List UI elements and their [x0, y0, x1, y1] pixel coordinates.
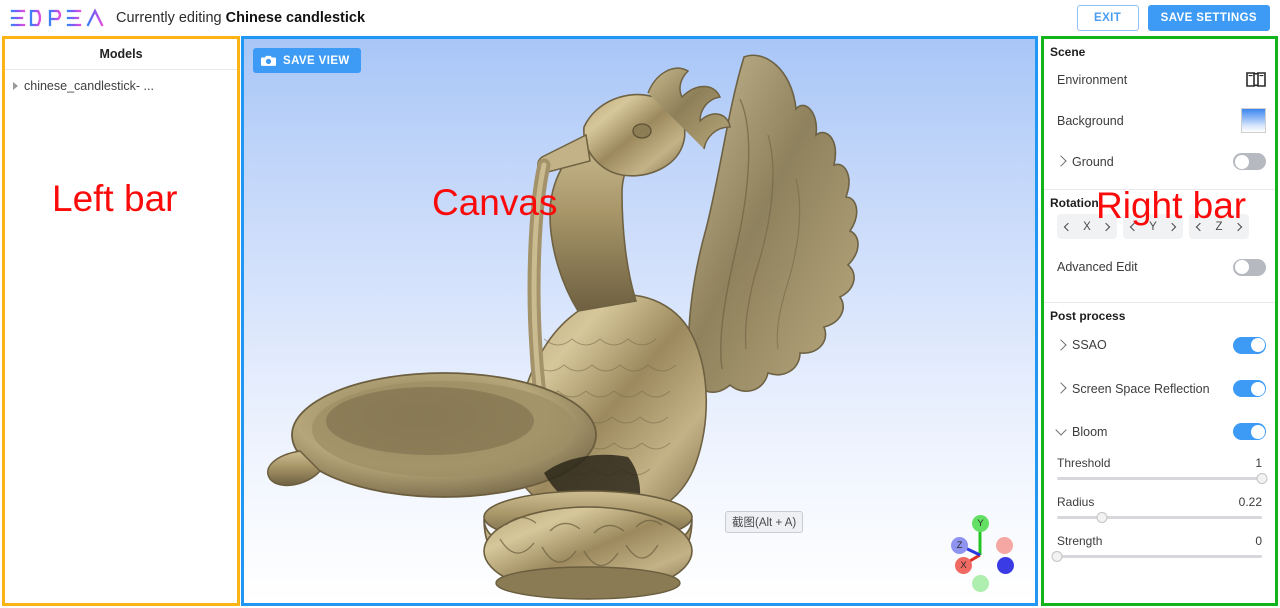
section-title-post-process: Post process — [1050, 309, 1126, 323]
tree-item-model[interactable]: chinese_candlestick- ... — [5, 77, 237, 95]
caret-right-icon[interactable] — [13, 82, 18, 90]
header-actions: EXIT SAVE SETTINGS — [1076, 5, 1270, 31]
models-tree: chinese_candlestick- ... — [5, 70, 237, 95]
bloom-text: Bloom — [1072, 424, 1108, 439]
strength-slider[interactable] — [1051, 551, 1262, 562]
ssao-toggle[interactable] — [1233, 336, 1266, 354]
row-bloom[interactable]: Bloom — [1044, 410, 1275, 453]
ground-toggle[interactable] — [1233, 153, 1266, 170]
tail-plume — [688, 54, 859, 394]
logo-3dpea[interactable] — [10, 8, 106, 28]
tree-item-label: chinese_candlestick- ... — [24, 79, 154, 93]
book-icon[interactable] — [1246, 71, 1266, 88]
models-panel-title: Models — [5, 39, 237, 70]
viewport-canvas[interactable]: SAVE VIEW 截图(Alt + A) Y X Z — [241, 36, 1038, 606]
chevron-right-icon[interactable] — [1055, 382, 1067, 394]
editing-model-name: Chinese candlestick — [225, 10, 366, 26]
ssao-label: SSAO — [1055, 338, 1233, 352]
right-sidebar: Scene Environment Background Ground Rota… — [1041, 36, 1278, 606]
bird-eye — [632, 123, 652, 139]
threshold-slider[interactable] — [1057, 473, 1268, 484]
rotate-x-stepper[interactable]: X — [1057, 214, 1117, 239]
chevron-left-icon[interactable] — [1063, 222, 1073, 231]
threshold-slider-knob[interactable] — [1256, 473, 1268, 484]
section-title-scene: Scene — [1050, 45, 1086, 59]
advanced-edit-label: Advanced Edit — [1057, 260, 1138, 274]
editing-prefix: Currently editing — [116, 10, 222, 26]
gizmo-axis-x[interactable]: X — [955, 557, 972, 574]
page-title: Currently editing Chinese candlestick — [116, 10, 365, 26]
rotate-y-label: Y — [1149, 220, 1157, 233]
rotate-z-stepper[interactable]: Z — [1189, 214, 1249, 239]
gizmo-axis-x-neg[interactable] — [996, 537, 1013, 554]
strength-label: Strength — [1057, 534, 1103, 548]
app-root: Currently editing Chinese candlestick EX… — [0, 0, 1280, 608]
axis-gizmo[interactable]: Y X Z — [939, 509, 1019, 592]
strength-head: Strength 0 — [1057, 534, 1262, 555]
pedestal-foot — [495, 566, 681, 600]
threshold-head: Threshold 1 — [1057, 456, 1262, 477]
background-color-swatch[interactable] — [1241, 108, 1266, 133]
bloom-label: Bloom — [1055, 424, 1233, 439]
row-ssao[interactable]: SSAO — [1044, 323, 1275, 367]
row-advanced-edit[interactable]: Advanced Edit — [1044, 239, 1275, 295]
advanced-edit-toggle[interactable] — [1233, 258, 1266, 276]
radius-label: Radius — [1057, 495, 1095, 509]
chevron-right-icon[interactable] — [1055, 338, 1067, 351]
section-title-rotation: Rotation — [1050, 196, 1099, 210]
bloom-sliders: Threshold 1 Radius 0.22 Strength 0 — [1044, 453, 1275, 562]
gizmo-axis-y-neg[interactable] — [972, 575, 989, 592]
chevron-left-icon[interactable] — [1195, 222, 1205, 231]
row-environment[interactable]: Environment — [1044, 59, 1275, 100]
row-screen-space-reflection[interactable]: Screen Space Reflection — [1044, 367, 1275, 410]
row-ground[interactable]: Ground — [1044, 141, 1275, 182]
background-label: Background — [1057, 113, 1124, 128]
chevron-right-icon[interactable] — [1167, 222, 1177, 231]
radius-head: Radius 0.22 — [1057, 495, 1262, 516]
ssr-label: Screen Space Reflection — [1055, 381, 1233, 396]
logo-mark-icon — [10, 8, 104, 27]
left-sidebar: Models chinese_candlestick- ... — [2, 36, 240, 606]
ssr-text: Screen Space Reflection — [1072, 381, 1210, 396]
save-view-button[interactable]: SAVE VIEW — [253, 48, 361, 73]
rotate-x-label: X — [1083, 220, 1091, 233]
strength-value: 0 — [1255, 534, 1262, 548]
strength-slider-knob[interactable] — [1051, 551, 1063, 562]
exit-button[interactable]: EXIT — [1076, 5, 1139, 31]
ground-text: Ground — [1072, 154, 1114, 169]
radius-slider[interactable] — [1057, 512, 1262, 523]
rotation-axis-buttons: X Y Z — [1044, 210, 1275, 239]
threshold-label: Threshold — [1057, 456, 1111, 470]
ssr-toggle[interactable] — [1233, 380, 1266, 397]
radius-value: 0.22 — [1238, 495, 1262, 509]
radius-slider-knob[interactable] — [1096, 512, 1108, 523]
app-header: Currently editing Chinese candlestick EX… — [0, 0, 1280, 36]
chevron-right-icon[interactable] — [1101, 222, 1111, 231]
camera-icon — [261, 55, 276, 66]
bowl-shadow — [326, 387, 534, 455]
rotate-y-stepper[interactable]: Y — [1123, 214, 1183, 239]
chevron-left-icon[interactable] — [1129, 222, 1139, 231]
gizmo-axis-z-neg[interactable] — [997, 557, 1014, 574]
gizmo-axis-y[interactable]: Y — [972, 515, 989, 532]
chevron-right-icon[interactable] — [1055, 155, 1067, 167]
chevron-right-icon[interactable] — [1233, 222, 1243, 231]
chevron-down-icon[interactable] — [1055, 424, 1067, 436]
rotate-z-label: Z — [1215, 220, 1223, 233]
save-view-label: SAVE VIEW — [283, 54, 350, 67]
environment-label: Environment — [1057, 72, 1128, 87]
model-chinese-candlestick[interactable] — [244, 39, 1035, 603]
threshold-value: 1 — [1255, 456, 1262, 470]
save-settings-button[interactable]: SAVE SETTINGS — [1147, 5, 1270, 31]
row-background[interactable]: Background — [1044, 100, 1275, 141]
screenshot-tooltip: 截图(Alt + A) — [725, 511, 804, 533]
bloom-toggle[interactable] — [1233, 423, 1266, 440]
ground-label: Ground — [1055, 154, 1233, 169]
gizmo-axis-z[interactable]: Z — [951, 537, 968, 554]
ssao-text: SSAO — [1072, 338, 1107, 352]
